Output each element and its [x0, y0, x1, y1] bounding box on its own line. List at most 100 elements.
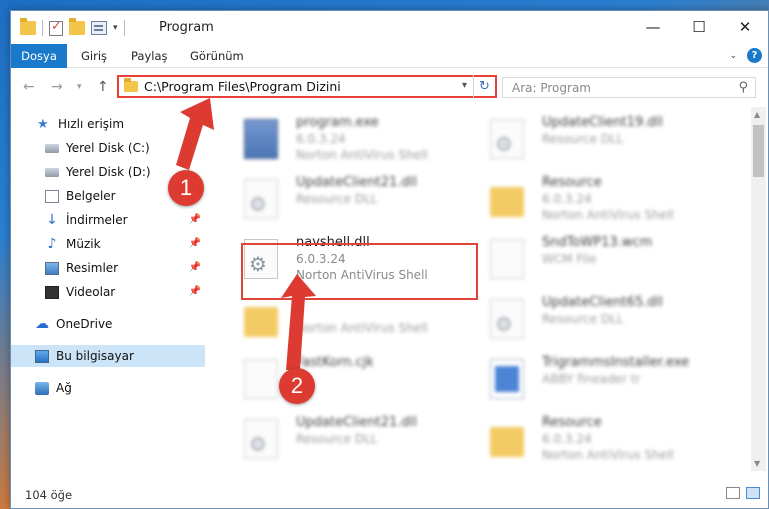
file-name: TrigrammsInstaller.exe: [542, 355, 690, 370]
pin-icon[interactable]: 📌: [189, 238, 201, 249]
highlight-box: [241, 243, 478, 300]
sidebar-item-videos[interactable]: Videolar 📌: [11, 281, 205, 303]
close-button[interactable]: ✕: [722, 11, 768, 43]
sidebar-item-label: Videolar: [66, 285, 116, 299]
sidebar-item-network[interactable]: Ağ: [11, 377, 205, 399]
tab-view[interactable]: Görünüm: [190, 44, 244, 68]
tab-share[interactable]: Paylaş: [131, 44, 168, 68]
pin-icon[interactable]: 📌: [189, 262, 201, 273]
window-title: Program: [159, 20, 214, 35]
folder-item[interactable]: Resource 6.0.3.24 Norton AntiVirus Shell: [472, 411, 712, 469]
file-item[interactable]: TrigrammsInstaller.exe ABBY fineader tr: [472, 351, 712, 409]
pin-icon[interactable]: 📌: [189, 214, 201, 225]
file-version: 6.0.3.24: [296, 132, 346, 146]
search-placeholder: Ara: Program: [512, 80, 591, 95]
new-folder-icon[interactable]: [69, 18, 85, 35]
video-icon: [45, 285, 59, 299]
navigation-pane: ★ Hızlı erişim Yerel Disk (C:) Yerel Dis…: [11, 111, 205, 471]
tiles-view-icon[interactable]: [746, 487, 760, 499]
sidebar-item-pictures[interactable]: Resimler 📌: [11, 257, 205, 279]
expand-ribbon-icon[interactable]: ⌄: [729, 51, 737, 61]
recent-locations-icon[interactable]: ▾: [77, 82, 82, 92]
annotation-step-1: 1: [168, 170, 204, 206]
properties-check-icon[interactable]: [49, 19, 63, 36]
file-name: UpdateClient21.dll: [296, 415, 417, 430]
sidebar-item-label: Hızlı erişim: [58, 117, 125, 131]
vertical-scrollbar[interactable]: ▲ ▼: [751, 107, 766, 471]
sidebar-item-label: İndirmeler: [66, 213, 128, 227]
file-item[interactable]: ⚙ UpdateClient21.dll Resource DLL: [226, 411, 466, 469]
back-arrow-icon[interactable]: ←: [23, 79, 35, 95]
file-version: 6.0.3.24: [542, 192, 592, 206]
dll-icon: ⚙: [244, 179, 278, 219]
file-item[interactable]: FastKorn.cjk: [226, 351, 466, 409]
computer-icon: [35, 349, 49, 363]
file-list: program.exe 6.0.3.24 Norton AntiVirus Sh…: [216, 107, 746, 469]
file-description: Norton AntiVirus Shell: [296, 148, 428, 162]
pictures-icon: [45, 261, 59, 275]
scroll-up-icon[interactable]: ▲: [754, 110, 760, 119]
file-type: WCM File: [542, 252, 597, 266]
title-bar: ▾ Program — ☐ ✕: [11, 11, 768, 44]
view-options-icon[interactable]: [91, 21, 107, 35]
tab-file[interactable]: Dosya: [11, 44, 67, 68]
sidebar-item-onedrive[interactable]: ☁ OneDrive: [11, 313, 205, 335]
file-description: Norton AntiVirus Shell: [296, 321, 428, 335]
file-name: Resource: [542, 175, 602, 190]
ribbon-controls: ⌄ ?: [729, 48, 762, 63]
file-name: SndToWP13.wcm: [542, 235, 653, 250]
file-name: UpdateClient65.dll: [542, 295, 663, 310]
file-name: UpdateClient21.dll: [296, 175, 417, 190]
file-description: Norton AntiVirus Shell: [542, 208, 674, 222]
maximize-button[interactable]: ☐: [676, 11, 722, 43]
file-description: ABBY fineader tr: [542, 372, 641, 386]
details-view-icon[interactable]: [726, 487, 740, 499]
pin-icon[interactable]: 📌: [189, 286, 201, 297]
explorer-window: ▾ Program — ☐ ✕ Dosya Giriş Paylaş Görün…: [10, 10, 769, 509]
chevron-down-icon[interactable]: ▾: [462, 80, 467, 91]
file-item[interactable]: SndToWP13.wcm WCM File: [472, 231, 712, 289]
sidebar-item-label: Belgeler: [66, 189, 116, 203]
file-item[interactable]: ⚙ UpdateClient19.dll Resource DLL: [472, 111, 712, 169]
sidebar-item-quick-access[interactable]: ★ Hızlı erişim: [11, 113, 205, 135]
address-path[interactable]: C:\Program Files\Program Dizini: [144, 79, 341, 94]
folder-icon: [20, 18, 36, 35]
up-arrow-icon[interactable]: ↑: [97, 79, 109, 95]
documents-icon: [45, 189, 59, 203]
refresh-icon[interactable]: ↻: [473, 75, 495, 98]
sidebar-item-downloads[interactable]: ↓ İndirmeler 📌: [11, 209, 205, 231]
separator: [123, 20, 125, 36]
file-icon: [490, 239, 524, 279]
separator: [42, 20, 43, 36]
sidebar-item-label: Yerel Disk (C:): [66, 141, 150, 155]
dll-icon: ⚙: [490, 119, 524, 159]
folder-icon: [490, 427, 524, 457]
drive-icon: [45, 143, 59, 153]
file-type: Resource DLL: [542, 312, 624, 326]
sidebar-item-music[interactable]: ♪ Müzik 📌: [11, 233, 205, 255]
address-bar[interactable]: C:\Program Files\Program Dizini ▾ ↻: [117, 75, 497, 98]
file-item[interactable]: program.exe 6.0.3.24 Norton AntiVirus Sh…: [226, 111, 466, 169]
dll-icon: ⚙: [490, 299, 524, 339]
help-icon[interactable]: ?: [747, 48, 762, 63]
minimize-button[interactable]: —: [630, 11, 676, 43]
file-item[interactable]: ⚙ UpdateClient21.dll Resource DLL: [226, 171, 466, 229]
sidebar-item-label: OneDrive: [56, 317, 113, 331]
search-icon[interactable]: ⚲: [738, 80, 748, 95]
folder-item[interactable]: Resource 6.0.3.24 Norton AntiVirus Shell: [472, 171, 712, 229]
sidebar-item-this-pc[interactable]: Bu bilgisayar: [11, 345, 205, 367]
sidebar-item-label: Bu bilgisayar: [56, 349, 134, 363]
star-icon: ★: [37, 116, 49, 132]
scroll-down-icon[interactable]: ▼: [754, 459, 760, 468]
sidebar-item-disk-c[interactable]: Yerel Disk (C:): [11, 137, 205, 159]
file-name: UpdateClient19.dll: [542, 115, 663, 130]
quick-access-toolbar: ▾: [20, 18, 125, 36]
sidebar-item-label: Ağ: [56, 381, 72, 395]
search-input[interactable]: Ara: Program ⚲: [502, 77, 756, 98]
chevron-down-icon[interactable]: ▾: [113, 23, 118, 33]
tab-home[interactable]: Giriş: [81, 44, 107, 68]
scroll-thumb[interactable]: [753, 125, 764, 177]
forward-arrow-icon[interactable]: →: [51, 79, 63, 95]
item-count: 104 öğe: [25, 488, 73, 502]
file-item[interactable]: ⚙ UpdateClient65.dll Resource DLL: [472, 291, 712, 349]
